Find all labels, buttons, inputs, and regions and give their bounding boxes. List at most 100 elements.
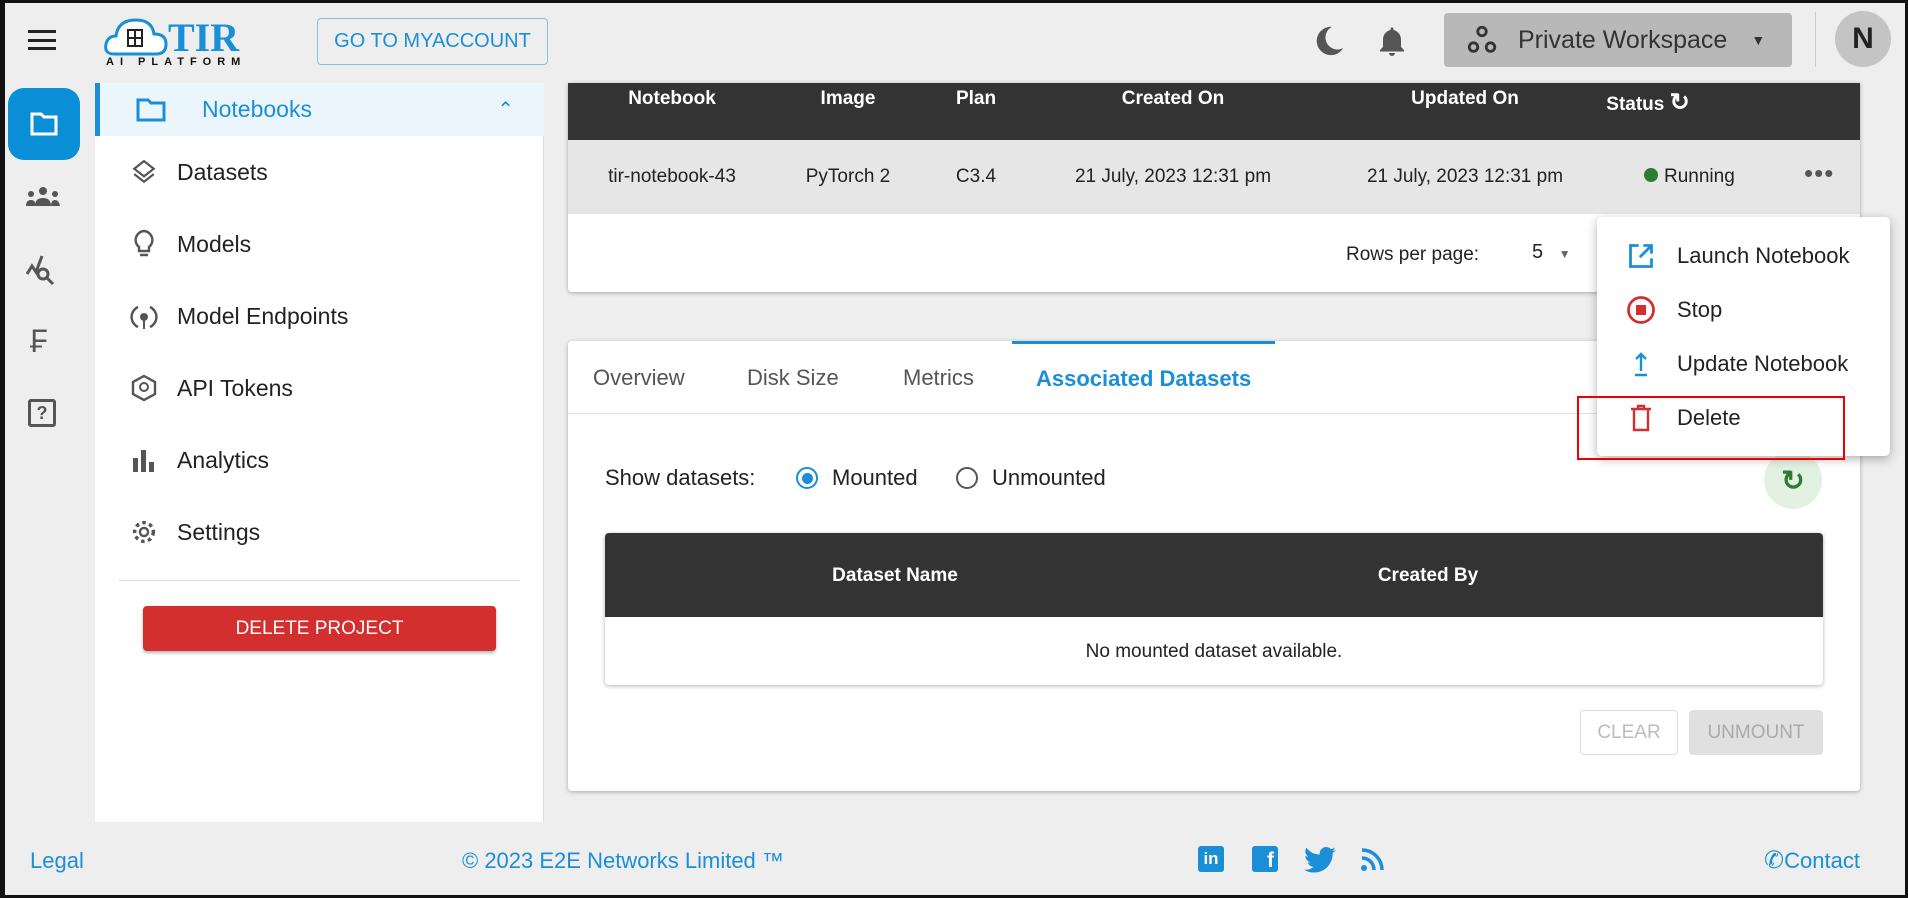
tab-disk-size[interactable]: Disk Size <box>747 341 839 414</box>
rows-per-page-select[interactable]: 5 ▼ <box>1532 241 1571 264</box>
status-dot-icon <box>1644 168 1658 182</box>
more-options-icon[interactable]: ••• <box>1804 158 1834 189</box>
rows-per-page-label: Rows per page: <box>1346 244 1480 265</box>
menu-item-launch-notebook[interactable]: Launch Notebook <box>1597 229 1890 283</box>
sidebar-item-label: Notebooks <box>202 96 312 122</box>
tab-metrics[interactable]: Metrics <box>903 341 974 414</box>
sidebar: Notebooks ⌃ Datasets Models Model Endpoi… <box>95 83 544 822</box>
sidebar-item-label: Models <box>177 230 252 257</box>
logo-cloud-icon <box>104 18 168 56</box>
status-badge: Running <box>1644 166 1735 188</box>
facebook-icon[interactable]: f <box>1252 846 1278 872</box>
updated-on: 21 July, 2023 12:31 pm <box>1366 166 1564 187</box>
go-to-myaccount-button[interactable]: GO TO MYACCOUNT <box>317 18 548 65</box>
tab-overview[interactable]: Overview <box>593 341 685 414</box>
created-on: 21 July, 2023 12:31 pm <box>1074 166 1272 187</box>
team-icon[interactable] <box>26 186 60 208</box>
layers-icon <box>120 159 168 185</box>
sidebar-item-analytics[interactable]: Analytics <box>95 430 544 490</box>
rows-per-page-value: 5 <box>1532 241 1544 263</box>
menu-item-label: Update Notebook <box>1677 351 1849 376</box>
highlight-box <box>1577 396 1845 460</box>
linkedin-icon[interactable]: in <box>1198 846 1224 872</box>
workspace-selector[interactable]: Private Workspace ▼ <box>1444 13 1792 67</box>
rss-icon[interactable] <box>1360 848 1384 872</box>
contact-link[interactable]: ✆ Contact <box>1764 846 1860 875</box>
radio-unmounted[interactable]: Unmounted <box>956 465 1106 491</box>
open-external-icon <box>1621 242 1661 270</box>
billing-icon[interactable]: ₣ <box>30 323 48 360</box>
column-header: Updated On <box>1411 88 1519 109</box>
radio-mounted[interactable]: Mounted <box>796 465 918 491</box>
footer: Legal © 2023 E2E Networks Limited ™ in f… <box>0 822 1908 898</box>
divider <box>119 580 520 581</box>
legal-link[interactable]: Legal <box>30 848 84 874</box>
tab-associated-datasets[interactable]: Associated Datasets <box>1012 341 1276 414</box>
workspace-name: Private Workspace <box>1518 25 1728 54</box>
table-row[interactable]: tir-notebook-43 PyTorch 2 C3.4 21 July, … <box>568 140 1860 214</box>
column-header: Created By <box>1377 565 1479 586</box>
monitoring-icon[interactable] <box>26 252 58 286</box>
sidebar-item-notebooks[interactable]: Notebooks ⌃ <box>95 83 544 136</box>
stop-icon <box>1621 295 1661 325</box>
upload-icon <box>1621 351 1661 377</box>
datasets-table: Dataset Name Created By No mounted datas… <box>605 533 1823 685</box>
chevron-up-icon[interactable]: ⌃ <box>497 97 514 122</box>
brand-name: TIR <box>168 15 240 60</box>
notebook-image: PyTorch 2 <box>805 166 891 187</box>
gear-icon <box>120 518 168 546</box>
contact-label: Contact <box>1784 847 1860 873</box>
sidebar-item-settings[interactable]: Settings <box>95 502 544 562</box>
show-datasets-label: Show datasets: <box>605 465 756 490</box>
phone-icon: ✆ <box>1764 847 1785 874</box>
delete-project-button[interactable]: DELETE PROJECT <box>143 606 496 651</box>
sidebar-item-model-endpoints[interactable]: Model Endpoints <box>95 286 544 346</box>
table-header: Notebook Image Plan Created On Updated O… <box>568 83 1860 140</box>
menu-item-stop[interactable]: Stop <box>1597 283 1890 337</box>
notebook-name[interactable]: tir-notebook-43 <box>608 166 736 188</box>
column-header: Image <box>820 88 876 109</box>
brand-subtitle: AI PLATFORM <box>106 56 247 68</box>
column-header: Plan <box>955 88 997 109</box>
workspace-icon <box>1467 25 1497 53</box>
top-header: TIR AI PLATFORM GO TO MYACCOUNT Private … <box>0 0 1908 83</box>
refresh-icon[interactable]: ↻ <box>1670 89 1690 116</box>
column-header: Dataset Name <box>832 565 958 586</box>
notebook-plan: C3.4 <box>955 166 997 187</box>
menu-item-label: Launch Notebook <box>1677 243 1850 268</box>
radio-label: Unmounted <box>992 465 1106 490</box>
dark-mode-icon[interactable] <box>1312 24 1346 58</box>
avatar[interactable]: N <box>1835 11 1891 67</box>
caret-down-icon: ▼ <box>1558 247 1571 261</box>
status-header: Status ↻ <box>1606 88 1689 117</box>
sidebar-item-label: API Tokens <box>177 374 293 401</box>
sidebar-item-models[interactable]: Models <box>95 214 544 274</box>
unmount-button[interactable]: UNMOUNT <box>1689 710 1823 755</box>
sidebar-item-datasets[interactable]: Datasets <box>95 142 544 202</box>
bell-icon[interactable] <box>1374 22 1410 60</box>
token-icon <box>120 374 168 402</box>
clear-button[interactable]: CLEAR <box>1580 710 1678 755</box>
lightbulb-icon <box>120 229 168 259</box>
sidebar-item-label: Model Endpoints <box>177 302 349 329</box>
menu-item-update-notebook[interactable]: Update Notebook <box>1597 337 1890 391</box>
rail-projects-button[interactable] <box>8 88 80 160</box>
table-header: Dataset Name Created By <box>605 533 1823 617</box>
radio-label: Mounted <box>832 465 918 490</box>
copyright-text: © 2023 E2E Networks Limited ™ <box>462 848 784 873</box>
menu-item-label: Stop <box>1677 297 1723 322</box>
column-header: Created On <box>1121 88 1225 109</box>
empty-message: No mounted dataset available. <box>1085 641 1343 662</box>
status-text: Running <box>1664 166 1735 187</box>
divider <box>1815 12 1816 67</box>
endpoint-icon <box>120 301 168 331</box>
bar-chart-icon <box>120 448 168 472</box>
folder-icon <box>30 112 58 136</box>
menu-icon[interactable] <box>28 30 56 50</box>
sidebar-item-api-tokens[interactable]: API Tokens <box>95 358 544 418</box>
caret-down-icon: ▼ <box>1751 32 1766 48</box>
twitter-icon[interactable] <box>1304 846 1336 874</box>
sidebar-item-label: Analytics <box>177 446 270 473</box>
refresh-icon: ↻ <box>1781 464 1805 496</box>
help-icon[interactable]: ? <box>28 399 56 427</box>
